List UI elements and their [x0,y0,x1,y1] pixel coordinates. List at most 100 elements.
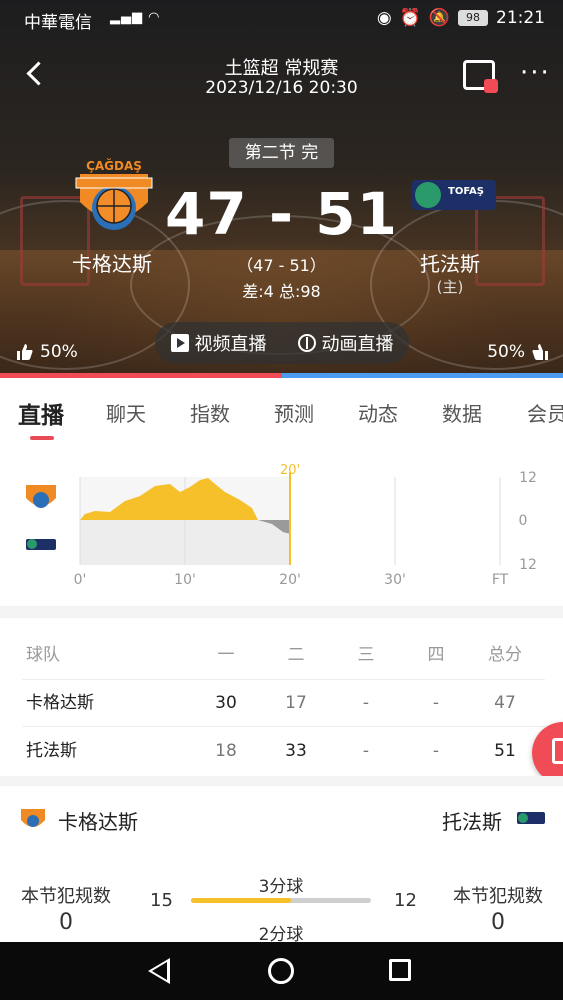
stats-right-team: 托法斯 [442,810,502,834]
left-score: 47 [165,180,248,248]
right-foul-label: 本节犯规数 [453,886,543,907]
nav-back-icon[interactable] [148,958,170,984]
left-team-logo [21,809,45,827]
tab-bar: 直播 聊天 指数 预测 动态 数据 会员 [0,380,563,444]
live-options: 视频直播 动画直播 [155,322,409,364]
y-label-zero: 0 [519,513,528,529]
right-support-percent: 50% [487,342,525,362]
thumbs-up-icon [532,344,548,360]
system-nav-bar [0,942,563,1000]
animation-live-label: 动画直播 [321,334,394,355]
animation-icon [297,334,316,352]
header-q3: 三 [357,645,375,665]
battery-icon: 98 [458,10,488,26]
row-total: 51 [494,741,516,761]
app-root: 中華電信 ▂▄▆ ◠ ◉ ⏰ 🔕 98 21:21 土篮超 常规赛 2023/1… [0,0,563,1000]
thumbs-up-icon [17,344,33,360]
tab-news[interactable]: 动态 [358,398,398,427]
support-bar-right [281,373,563,378]
row-q2: 33 [285,741,307,761]
header-q1: 一 [217,645,235,665]
trend-svg: 20' 0' 10' 20' 30' FT 12 0 12 [26,463,537,588]
row-q1: 18 [215,741,237,761]
status-bar: 中華電信 ▂▄▆ ◠ ◉ ⏰ 🔕 98 21:21 [0,0,563,36]
mute-icon: 🔕 [428,8,450,28]
clock: 21:21 [496,8,545,28]
score-dash: - [268,180,295,248]
quarter-score-table: 球队 一 二 三 四 总分 卡格达斯 30 17 - - 47 托法斯 18 3… [0,618,563,776]
pip-icon[interactable] [463,60,498,93]
left-foul-label: 本节犯规数 [21,886,111,907]
table-row: 卡格达斯 30 17 - - 47 [0,680,563,726]
right-score: 51 [315,180,398,248]
row-team: 卡格达斯 [26,693,94,713]
y-label-top: 12 [519,470,537,486]
three-point-right: 12 [394,890,417,911]
animation-live-button[interactable]: 动画直播 [297,330,394,356]
tab-data[interactable]: 数据 [442,398,482,427]
edit-icon [552,738,563,764]
header-team: 球队 [26,645,60,665]
signal-wifi-icon: ▂▄▆ ◠ [110,10,161,25]
three-point-bar-fill [191,898,292,903]
current-time-label: 20' [280,463,300,478]
scoreboard: 47 - 51 [0,180,563,248]
three-point-bar [191,898,371,903]
trend-left-logo [26,485,56,508]
trend-right-logo [26,539,56,550]
x-label-30: 30' [384,572,406,588]
right-team-logo [517,812,545,824]
section-divider [0,606,563,618]
diff-total: 差:4 总:98 [242,282,321,301]
table-header: 球队 一 二 三 四 总分 [0,632,563,678]
nav-recent-apps-icon[interactable] [389,959,411,981]
tab-indicator [30,436,54,440]
row-q4: - [432,693,440,713]
play-icon [170,334,189,352]
left-support-button[interactable]: 50% [16,342,78,362]
row-q2: 17 [285,693,307,713]
left-foul-value: 0 [59,910,73,935]
half-score: （47 - 51） [237,256,326,275]
row-q3: - [362,693,370,713]
stats-left-team: 卡格达斯 [58,810,138,834]
x-label-ft: FT [492,572,509,588]
table-row: 托法斯 18 33 - - 51 [0,728,563,774]
support-bar-left [0,373,282,378]
carrier-label: 中華電信 [24,13,92,33]
x-label-0: 0' [74,572,87,588]
nav-home-icon[interactable] [268,958,294,984]
y-label-bottom: 12 [519,557,537,573]
right-support-button[interactable]: 50% [487,342,549,362]
more-icon[interactable]: ··· [520,60,551,86]
tab-prediction[interactable]: 预测 [274,398,314,427]
header-q4: 四 [427,645,445,665]
tab-chat[interactable]: 聊天 [106,398,146,427]
tab-live[interactable]: 直播 [18,396,64,430]
three-point-label: 3分球 [258,877,304,897]
match-header: 中華電信 ▂▄▆ ◠ ◉ ⏰ 🔕 98 21:21 土篮超 常规赛 2023/1… [0,0,563,378]
support-bar [0,373,563,378]
section-divider [0,776,563,786]
right-foul-value: 0 [491,910,505,935]
period-badge: 第二节 完 [229,138,334,168]
x-label-20: 20' [279,572,301,588]
row-q1: 30 [215,693,237,713]
three-point-left: 15 [150,890,173,911]
team-stats: 卡格达斯 托法斯 本节犯规数 0 本节犯规数 0 3分球 15 12 2分球 [0,786,563,945]
alarm-icon: ⏰ [399,8,421,28]
x-label-10: 10' [174,572,196,588]
score-trend-chart: 20' 0' 10' 20' 30' FT 12 0 12 [0,444,563,606]
row-q3: - [362,741,370,761]
row-team: 托法斯 [26,741,77,761]
video-live-button[interactable]: 视频直播 [170,330,267,356]
video-live-label: 视频直播 [194,334,267,355]
row-divider [22,726,545,727]
header-q2: 二 [287,645,305,665]
tab-odds[interactable]: 指数 [190,398,230,427]
eye-icon: ◉ [376,8,392,28]
svg-text:ÇAĞDAŞ: ÇAĞDAŞ [86,158,142,173]
left-support-percent: 50% [40,342,78,362]
header-total: 总分 [488,645,522,665]
tab-member[interactable]: 会员 [527,398,563,427]
